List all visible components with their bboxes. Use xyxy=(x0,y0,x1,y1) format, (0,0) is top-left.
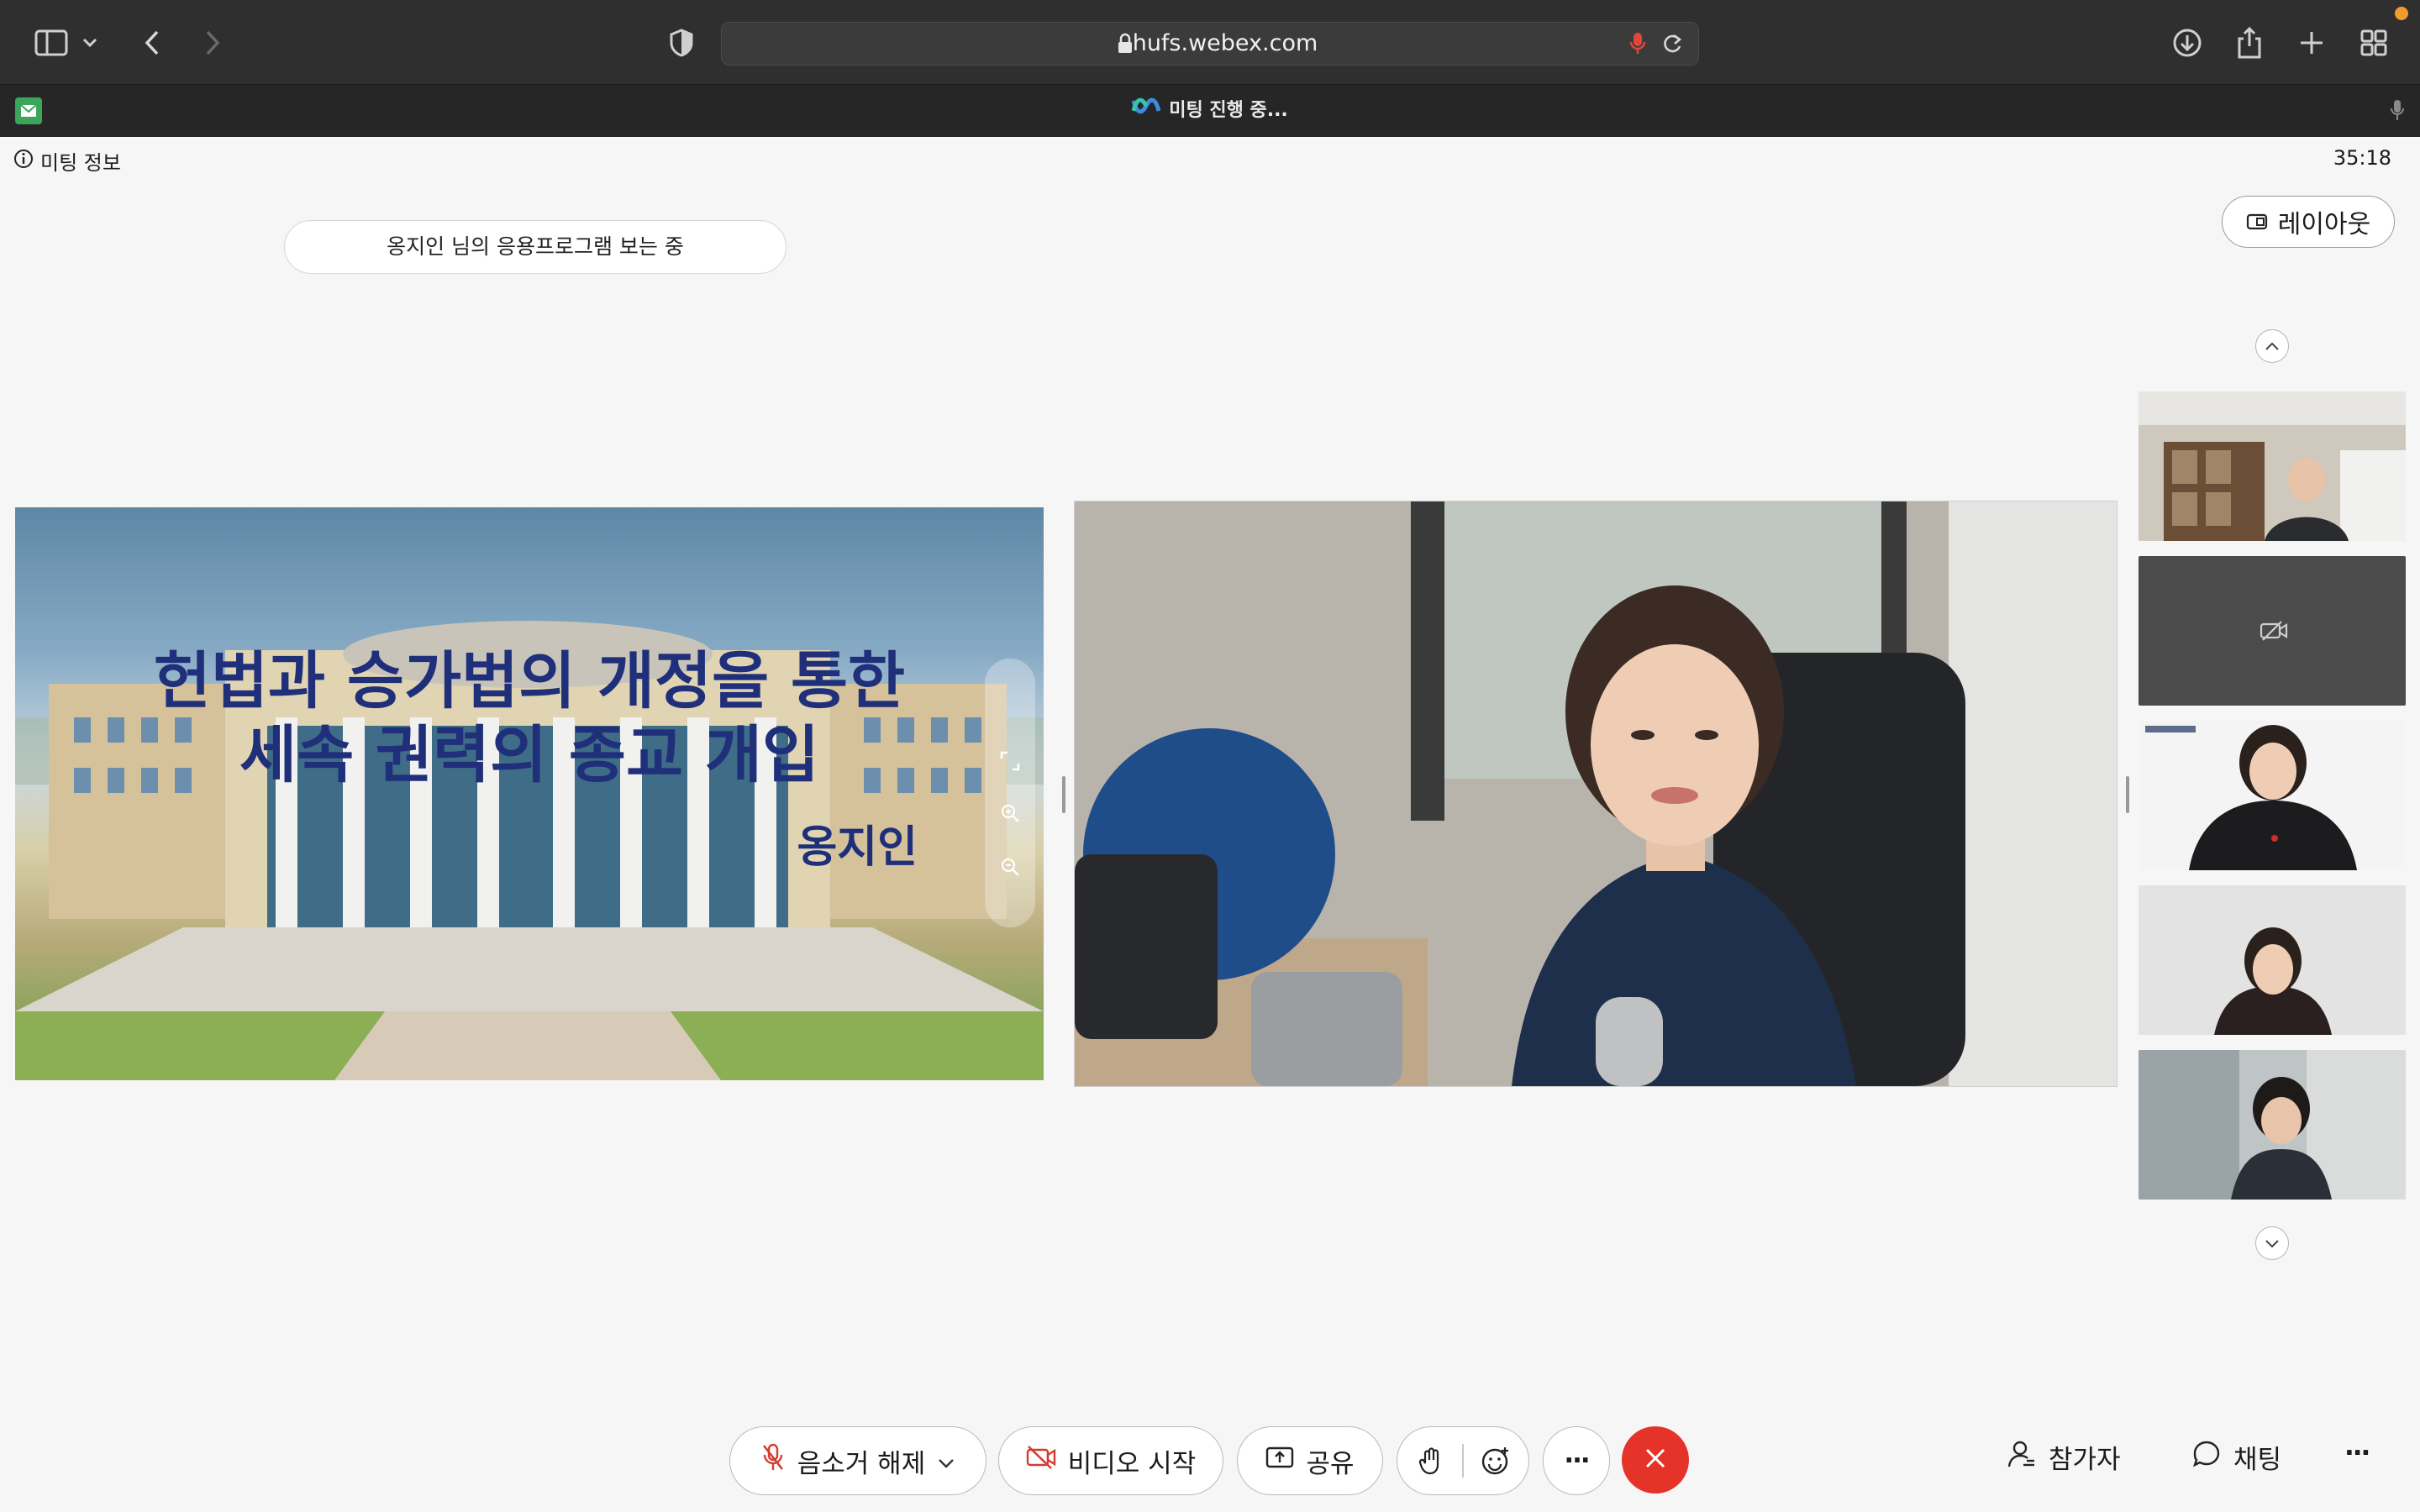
participant-thumbnail[interactable] xyxy=(2139,885,2406,1035)
chat-button[interactable]: 채팅 xyxy=(2191,1438,2281,1476)
participant-thumbnail[interactable] xyxy=(2139,556,2406,706)
zoom-out-icon[interactable] xyxy=(1000,857,1020,880)
shared-content-panel[interactable]: 헌법과 승가법의 개정을 통한 세속 권력의 종교 개입 옹지인 xyxy=(15,507,1044,1080)
chevron-down-icon[interactable] xyxy=(77,24,103,62)
start-video-button[interactable]: 비디오 시작 xyxy=(998,1426,1223,1495)
participant-video-frame xyxy=(2139,885,2406,1035)
webex-logo-icon xyxy=(1131,85,1161,137)
share-view-toolbar xyxy=(985,659,1035,927)
back-icon[interactable] xyxy=(133,24,171,62)
chevron-up-icon xyxy=(2265,339,2280,354)
chat-bubble-icon xyxy=(2191,1439,2222,1476)
slide-title-line2: 세속 권력의 종교 개입 xyxy=(239,719,819,791)
share-label: 공유 xyxy=(1306,1448,1355,1479)
participants-label: 참가자 xyxy=(2049,1445,2121,1475)
panel-resize-handle[interactable] xyxy=(1062,776,1065,813)
more-options-label: ··· xyxy=(1564,1446,1590,1476)
browser-toolbar: hufs.webex.com xyxy=(0,0,2420,84)
meeting-timer: 35:18 xyxy=(2333,146,2391,170)
tab-audio-icon[interactable] xyxy=(2390,98,2405,125)
fit-screen-icon[interactable] xyxy=(1000,751,1020,774)
video-off-icon xyxy=(2260,620,2288,645)
participant-video-frame xyxy=(2139,721,2406,870)
participant-thumbnail[interactable] xyxy=(2139,391,2406,541)
slide-author: 옹지인 xyxy=(797,822,918,873)
unmute-label: 음소거 해제 xyxy=(797,1448,926,1479)
unmute-button[interactable]: 음소거 해제 xyxy=(729,1426,986,1495)
url-text: hufs.webex.com xyxy=(1132,30,1318,56)
privacy-shield-icon[interactable] xyxy=(662,24,701,62)
close-icon xyxy=(1644,1446,1667,1473)
overflow-menu-label: ··· xyxy=(2344,1438,2370,1468)
filmstrip-scroll-up[interactable] xyxy=(2255,329,2289,363)
raise-hand-icon[interactable] xyxy=(1398,1446,1462,1475)
speaker-video-frame xyxy=(1075,501,2117,1086)
layout-icon xyxy=(2246,207,2268,237)
leave-meeting-button[interactable] xyxy=(1622,1426,1689,1494)
tab-bar: 미팅 진행 중... xyxy=(0,84,2420,137)
meeting-info-label: 미팅 정보 xyxy=(40,151,121,175)
info-icon xyxy=(13,149,34,174)
reaction-emoji-icon[interactable] xyxy=(1464,1446,1528,1476)
start-video-label: 비디오 시작 xyxy=(1067,1448,1197,1479)
participant-video-frame xyxy=(2139,1050,2406,1200)
chevron-down-icon xyxy=(2265,1236,2280,1252)
active-speaker-video[interactable] xyxy=(1074,501,2118,1087)
tab-overview-icon[interactable] xyxy=(2354,24,2393,62)
active-tab[interactable]: 미팅 진행 중... xyxy=(0,85,2420,137)
overflow-menu-button[interactable]: ··· xyxy=(2344,1438,2370,1468)
participant-thumbnail[interactable] xyxy=(2139,721,2406,870)
microphone-muted-icon xyxy=(760,1442,786,1479)
slide-title-line1: 헌법과 승가법의 개정을 통한 xyxy=(153,645,906,717)
share-screen-icon xyxy=(1265,1446,1294,1476)
address-bar[interactable]: hufs.webex.com xyxy=(721,22,1699,66)
layout-button[interactable]: 레이아웃 xyxy=(2222,196,2395,248)
filmstrip-scroll-down[interactable] xyxy=(2255,1226,2289,1260)
chat-label: 채팅 xyxy=(2233,1445,2282,1475)
share-page-icon[interactable] xyxy=(2230,24,2269,62)
participant-thumbnail[interactable] xyxy=(2139,1050,2406,1200)
tab-title: 미팅 진행 중... xyxy=(1169,100,1288,121)
meeting-info-button[interactable]: 미팅 정보 xyxy=(13,146,121,176)
pinned-tab-favicon-icon[interactable] xyxy=(15,97,42,124)
video-off-icon xyxy=(1026,1445,1056,1477)
participants-button[interactable]: 참가자 xyxy=(2007,1438,2121,1476)
campus-building-image xyxy=(15,621,1044,1080)
notification-dot xyxy=(2395,7,2408,20)
filmstrip-resize-handle[interactable] xyxy=(2126,776,2129,813)
sidebar-toggle-icon[interactable] xyxy=(32,24,71,62)
new-tab-icon[interactable] xyxy=(2292,24,2331,62)
audio-options-chevron-icon[interactable] xyxy=(937,1446,955,1476)
participant-video-frame xyxy=(2139,391,2406,541)
microphone-icon[interactable] xyxy=(1629,31,1646,60)
downloads-icon[interactable] xyxy=(2168,24,2207,62)
more-options-button[interactable]: ··· xyxy=(1543,1426,1610,1495)
reactions-group xyxy=(1397,1426,1529,1495)
viewing-banner: 옹지인 님의 응용프로그램 보는 중 xyxy=(284,220,786,274)
forward-icon[interactable] xyxy=(193,24,232,62)
zoom-in-icon[interactable] xyxy=(1000,803,1020,827)
reload-icon[interactable] xyxy=(1661,32,1683,59)
layout-label: 레이아웃 xyxy=(2277,210,2371,239)
person-icon xyxy=(2007,1439,2037,1476)
share-button[interactable]: 공유 xyxy=(1237,1426,1383,1495)
